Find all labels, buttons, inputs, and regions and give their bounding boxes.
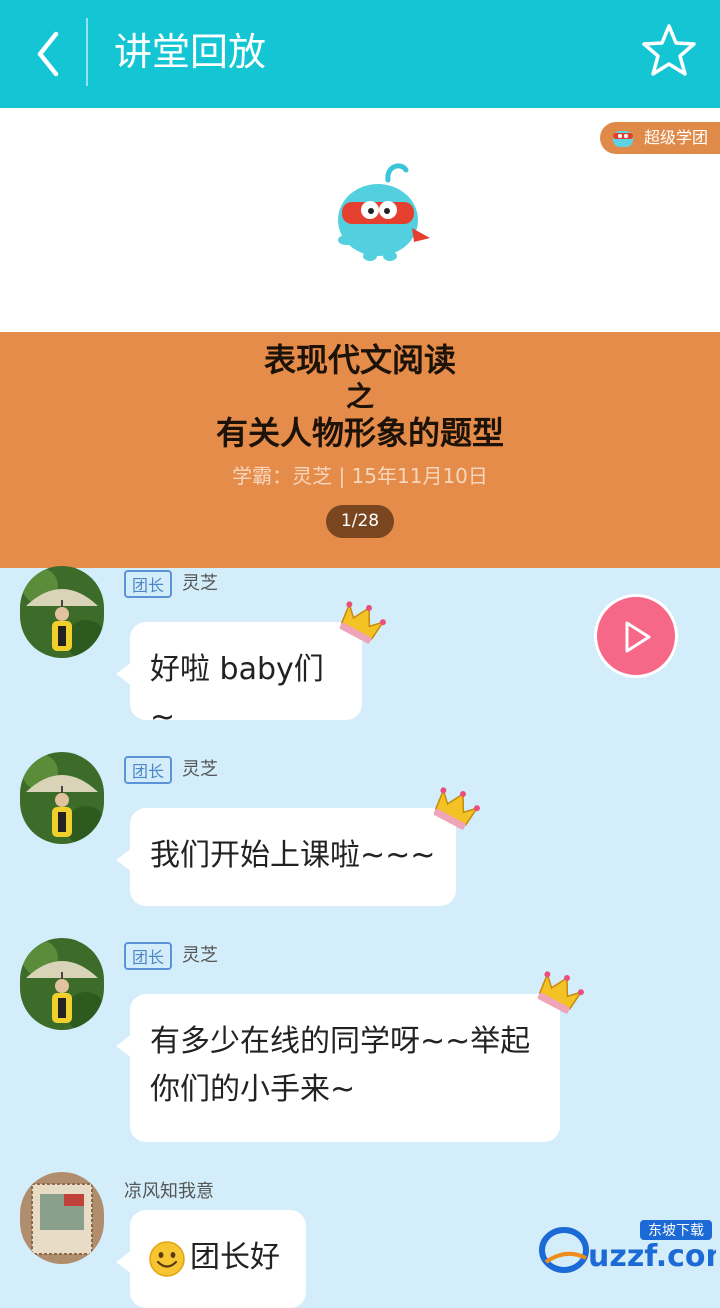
sender-name: 灵芝 — [182, 945, 218, 966]
sender-name: 灵芝 — [182, 573, 218, 594]
message-text: 团长好 — [190, 1240, 280, 1275]
play-button[interactable] — [594, 594, 678, 678]
role-badge: 团长 — [124, 942, 173, 970]
favorite-star-icon[interactable] — [640, 22, 698, 80]
header-divider — [86, 18, 88, 86]
message-bubble: 我们开始上课啦~~~ — [116, 808, 456, 906]
super-study-group-badge: 超级学团 — [599, 122, 720, 154]
avatar[interactable] — [20, 938, 104, 1030]
lesson-title-line3: 有关人物形象的题型 — [215, 414, 504, 452]
sender-name: 灵芝 — [182, 759, 218, 780]
avatar[interactable] — [20, 752, 104, 844]
lesson-meta: 学霸：灵芝 | 15年11月10日 — [232, 464, 488, 488]
role-badge: 团长 — [124, 756, 173, 784]
message-bubble: 有多少在线的同学呀~~举起你们的小手来~ — [116, 994, 560, 1142]
play-icon — [625, 621, 651, 653]
avatar[interactable] — [20, 1172, 104, 1264]
uzzf-watermark-logo: 东坡下载 uzzf.com — [539, 1220, 716, 1274]
smile-emoji-icon — [149, 1241, 185, 1277]
badge-label: 超级学团 — [643, 128, 708, 147]
message-bubble: 团长好 — [116, 1210, 306, 1308]
avatar[interactable] — [20, 566, 104, 658]
mascot-logo-icon — [338, 163, 430, 261]
top-bar — [0, 0, 720, 108]
watermark-sub: 东坡下载 — [648, 1223, 704, 1239]
page-title: 讲堂回放 — [114, 30, 267, 74]
back-icon[interactable] — [28, 26, 84, 82]
mascot-mini-icon — [612, 131, 633, 147]
message-bubble: 好啦 baby们~ — [116, 622, 362, 735]
page-indicator: 1/28 — [326, 505, 394, 538]
role-badge: 团长 — [124, 570, 173, 598]
sender-name: 凉风知我意 — [124, 1181, 214, 1202]
watermark-text: uzzf.com — [588, 1239, 716, 1274]
